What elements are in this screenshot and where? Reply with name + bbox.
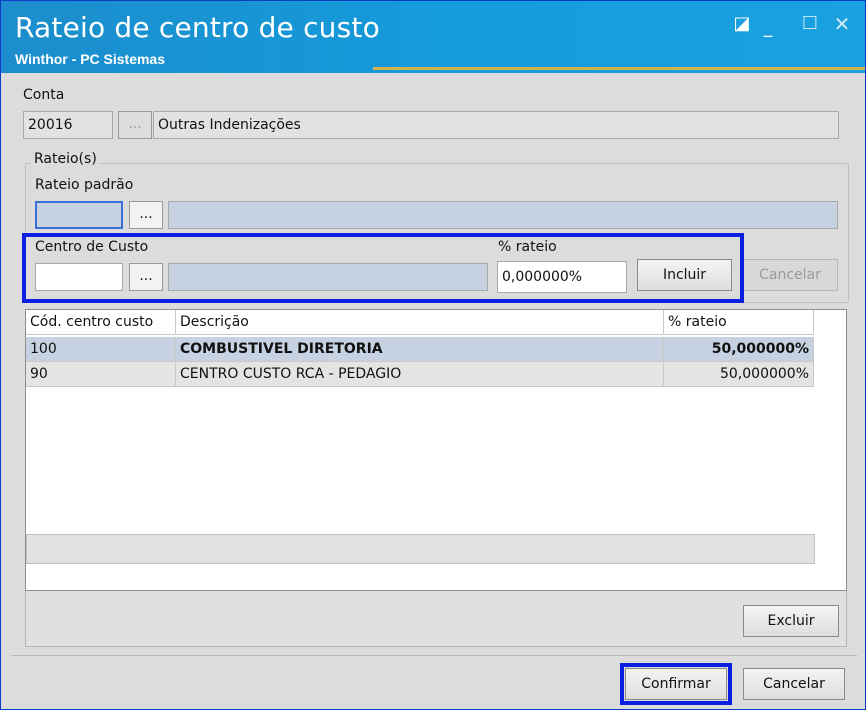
close-icon[interactable]: ✕ [831, 13, 853, 35]
table-header: Cód. centro custo Descrição % rateio [26, 310, 846, 336]
row-code: 100 [26, 337, 176, 362]
rateios-group-label: Rateio(s) [31, 151, 100, 167]
conta-code-field: 20016 [23, 111, 113, 139]
vertical-scrollbar[interactable] [814, 310, 846, 590]
rateio-padrao-label: Rateio padrão [35, 177, 134, 193]
dialog-window: Rateio de centro de custo Winthor - PC S… [0, 0, 866, 710]
rateio-table[interactable]: Cód. centro custo Descrição % rateio 100… [25, 309, 847, 591]
window-title: Rateio de centro de custo [15, 11, 380, 44]
conta-lookup-button: ... [118, 111, 152, 139]
window-subtitle: Winthor - PC Sistemas [15, 51, 166, 67]
row-code: 90 [26, 362, 176, 387]
cancel-include-button: Cancelar [742, 259, 838, 291]
header-codigo[interactable]: Cód. centro custo [26, 310, 176, 335]
rateio-padrao-lookup-button[interactable]: ... [129, 201, 163, 229]
table-footer [26, 534, 815, 564]
minimize-icon[interactable]: _ [757, 17, 779, 39]
header-percent[interactable]: % rateio [664, 310, 814, 335]
title-accent-line [373, 67, 865, 70]
rateio-padrao-input[interactable] [35, 201, 123, 229]
row-percent: 50,000000% [664, 337, 814, 362]
row-description: CENTRO CUSTO RCA - PEDAGIO [176, 362, 664, 387]
cancelar-button[interactable]: Cancelar [743, 668, 845, 700]
maximize-icon[interactable]: ☐ [799, 13, 821, 35]
highlight-box-centro-custo [22, 233, 744, 303]
row-description: COMBUSTIVEL DIRETORIA [176, 337, 664, 362]
table-actions-panel [25, 591, 847, 647]
restore-icon[interactable]: ◪ [731, 13, 753, 35]
bottom-divider [11, 655, 857, 656]
conta-label: Conta [23, 87, 65, 103]
conta-description-field: Outras Indenizações [153, 111, 839, 139]
row-percent: 50,000000% [664, 362, 814, 387]
rateio-padrao-description [168, 201, 838, 229]
excluir-button[interactable]: Excluir [743, 605, 839, 637]
header-descricao[interactable]: Descrição [176, 310, 664, 335]
title-bar[interactable]: Rateio de centro de custo Winthor - PC S… [1, 1, 865, 73]
highlight-box-confirmar [620, 663, 732, 705]
